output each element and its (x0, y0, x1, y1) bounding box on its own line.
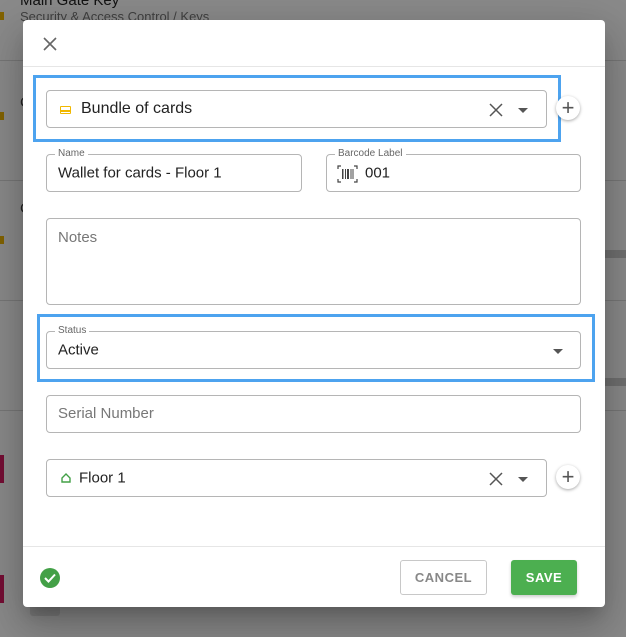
container-select[interactable]: Bundle of cards (46, 90, 547, 128)
close-icon (43, 37, 57, 51)
home-icon (61, 473, 71, 483)
header-divider (23, 66, 605, 67)
name-label: Name (55, 148, 88, 160)
serial-number-field[interactable]: Serial Number (46, 395, 581, 433)
add-location-button[interactable]: + (556, 465, 580, 489)
location-value: Floor 1 (79, 469, 126, 487)
cancel-button[interactable]: CANCEL (400, 560, 487, 595)
status-dropdown-icon[interactable] (553, 349, 563, 354)
barcode-label: Barcode Label (335, 148, 406, 160)
barcode-icon (337, 165, 358, 183)
location-select[interactable]: Floor 1 (46, 459, 547, 497)
notes-field[interactable]: Notes (46, 218, 581, 305)
notes-placeholder: Notes (58, 229, 98, 246)
check-circle-icon (40, 568, 60, 588)
close-button[interactable] (39, 33, 61, 55)
status-label: Status (55, 325, 90, 337)
edit-item-dialog: Bundle of cards + Name Wallet for cards … (23, 20, 605, 607)
container-value: Bundle of cards (81, 100, 193, 117)
serial-number-placeholder: Serial Number (58, 405, 154, 422)
status-value: Active (58, 341, 99, 359)
status-select[interactable]: Status Active (46, 325, 581, 369)
location-dropdown-icon[interactable] (518, 477, 528, 482)
barcode-value: 001 (365, 164, 391, 182)
name-value: Wallet for cards - Floor 1 (58, 164, 222, 182)
clear-container-icon[interactable] (488, 102, 504, 118)
add-container-button[interactable]: + (556, 96, 580, 120)
card-icon (60, 106, 71, 114)
footer-divider (23, 546, 605, 547)
name-field[interactable]: Name Wallet for cards - Floor 1 (46, 148, 302, 192)
clear-location-icon[interactable] (488, 471, 504, 487)
barcode-field[interactable]: Barcode Label 001 (326, 148, 581, 192)
container-dropdown-icon[interactable] (518, 108, 528, 113)
save-button[interactable]: SAVE (511, 560, 577, 595)
